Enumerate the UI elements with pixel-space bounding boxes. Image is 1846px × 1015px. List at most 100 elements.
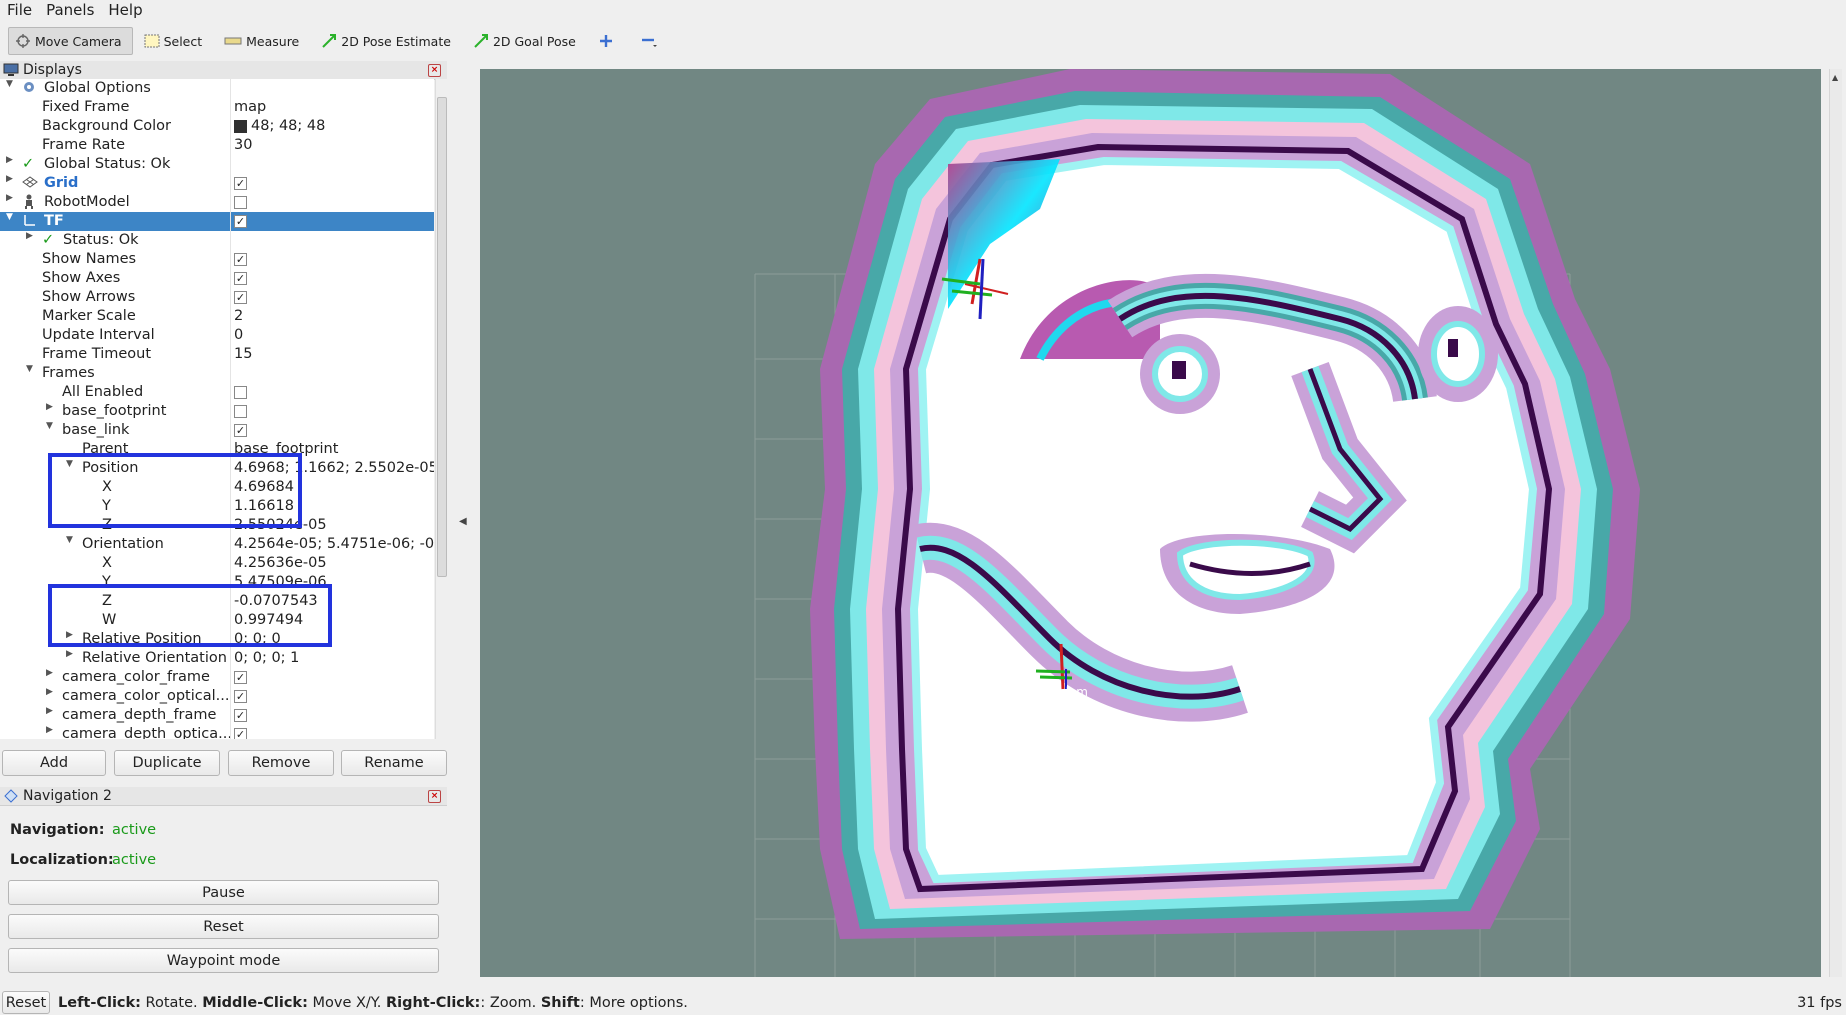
pause-button[interactable]: Pause (8, 880, 439, 905)
tree-row-update-interval[interactable]: Update Interval 0 (0, 326, 434, 345)
collapsed-arrow-icon[interactable]: ▶ (26, 231, 33, 241)
expanded-arrow-icon[interactable]: ▼ (26, 364, 33, 374)
all-enabled-checkbox[interactable] (234, 386, 247, 399)
add-button[interactable]: Add (2, 750, 106, 776)
waypoint-mode-button[interactable]: Waypoint mode (8, 948, 439, 973)
menu-bar: File Panels Help (0, 0, 1846, 20)
tree-row-frame-rate[interactable]: Frame Rate 30 (0, 136, 434, 155)
collapsed-arrow-icon[interactable]: ▶ (46, 402, 53, 412)
middle-click-label: Middle-Click: (202, 994, 308, 1011)
camera-color-optical-checkbox[interactable]: ✓ (234, 690, 247, 703)
goal-pose-tool[interactable]: 2D Goal Pose (466, 27, 587, 55)
show-arrows-checkbox[interactable]: ✓ (234, 291, 247, 304)
tree-row-grid[interactable]: ▶ Grid ✓ (0, 174, 434, 193)
tree-row-marker-scale[interactable]: Marker Scale 2 (0, 307, 434, 326)
frame-rate-value[interactable]: 30 (234, 137, 252, 153)
expanded-arrow-icon[interactable]: ▼ (66, 535, 73, 545)
tree-row-frames[interactable]: ▼ Frames (0, 364, 434, 383)
tree-row-tf[interactable]: ▼ TF ✓ (0, 212, 434, 231)
show-names-checkbox[interactable]: ✓ (234, 253, 247, 266)
expanded-arrow-icon[interactable]: ▼ (46, 421, 53, 431)
viewport-side-scrollbar[interactable]: ▲ (1829, 69, 1842, 977)
collapsed-arrow-icon[interactable]: ▶ (46, 687, 53, 697)
select-tool[interactable]: Select (137, 27, 214, 55)
collapsed-arrow-icon[interactable]: ▶ (6, 155, 13, 165)
grid-checkbox[interactable]: ✓ (234, 177, 247, 190)
tree-row-background-color[interactable]: Background Color 48; 48; 48 (0, 117, 434, 136)
collapsed-arrow-icon[interactable]: ▶ (46, 706, 53, 716)
scrollbar-thumb[interactable] (437, 97, 447, 577)
background-color-value-cell[interactable]: 48; 48; 48 (234, 118, 325, 134)
tree-row-show-axes[interactable]: Show Axes ✓ (0, 269, 434, 288)
camera-depth-optical-checkbox[interactable]: ✓ (234, 728, 247, 739)
tree-row-show-names[interactable]: Show Names ✓ (0, 250, 434, 269)
camera-depth-frame-checkbox[interactable]: ✓ (234, 709, 247, 722)
robot-model-checkbox[interactable] (234, 196, 247, 209)
close-icon[interactable]: × (428, 64, 441, 77)
tf-checkbox[interactable]: ✓ (234, 215, 247, 228)
nav-reset-button[interactable]: Reset (8, 914, 439, 939)
add-tool-button[interactable] (591, 27, 629, 55)
collapsed-arrow-icon[interactable]: ▶ (46, 725, 53, 735)
plus-icon (598, 33, 614, 49)
remove-tool-button[interactable] (633, 27, 673, 55)
remove-button[interactable]: Remove (228, 750, 334, 776)
render-viewport[interactable]: odom (480, 69, 1821, 977)
tree-row-global-options[interactable]: ▼ Global Options (0, 79, 434, 98)
fixed-frame-value[interactable]: map (234, 99, 266, 115)
menu-help[interactable]: Help (101, 1, 149, 19)
displays-panel-header: Displays × (0, 61, 447, 80)
tree-scrollbar[interactable] (435, 79, 447, 739)
rename-button[interactable]: Rename (341, 750, 447, 776)
menu-panels[interactable]: Panels (39, 1, 101, 19)
base-footprint-checkbox[interactable] (234, 405, 247, 418)
expanded-arrow-icon[interactable]: ▼ (6, 79, 13, 89)
show-axes-checkbox[interactable]: ✓ (234, 272, 247, 285)
gear-icon (22, 80, 36, 98)
duplicate-button[interactable]: Duplicate (114, 750, 220, 776)
expanded-arrow-icon[interactable]: ▼ (6, 212, 13, 222)
close-icon[interactable]: × (428, 790, 441, 803)
collapsed-arrow-icon[interactable]: ▶ (66, 649, 73, 659)
right-click-label: Right-Click: (385, 994, 481, 1011)
tree-row-camera-depth-frame[interactable]: ▶ camera_depth_frame ✓ (0, 706, 434, 725)
tree-row-frame-timeout[interactable]: Frame Timeout 15 (0, 345, 434, 364)
collapse-left-icon[interactable]: ◀ (459, 516, 467, 527)
update-interval-value[interactable]: 0 (234, 327, 243, 343)
move-camera-tool[interactable]: Move Camera (8, 27, 133, 55)
camera-color-frame-checkbox[interactable]: ✓ (234, 671, 247, 684)
orientation-x-value: 4.25636e-05 (234, 555, 327, 571)
tree-row-camera-color-optical[interactable]: ▶ camera_color_optical... ✓ (0, 687, 434, 706)
tree-row-camera-depth-optical[interactable]: ▶ camera_depth_optica... ✓ (0, 725, 434, 739)
orientation-value: 4.2564e-05; 5.4751e-06; -0.0... (234, 536, 434, 552)
menu-file[interactable]: File (0, 1, 39, 19)
tree-row-fixed-frame[interactable]: Fixed Frame map (0, 98, 434, 117)
tree-row-relative-orientation[interactable]: ▶ Relative Orientation 0; 0; 0; 1 (0, 649, 434, 668)
collapsed-arrow-icon[interactable]: ▶ (6, 193, 13, 203)
reset-view-button[interactable]: Reset (2, 991, 50, 1014)
camera-depth-frame-label: camera_depth_frame (62, 707, 217, 723)
tree-row-robot-model[interactable]: ▶ RobotModel (0, 193, 434, 212)
base-link-checkbox[interactable]: ✓ (234, 424, 247, 437)
tree-row-orientation-x[interactable]: X 4.25636e-05 (0, 554, 434, 573)
camera-color-optical-label: camera_color_optical... (62, 688, 230, 704)
measure-tool[interactable]: Measure (217, 27, 310, 55)
tree-row-camera-color-frame[interactable]: ▶ camera_color_frame ✓ (0, 668, 434, 687)
frame-timeout-label: Frame Timeout (42, 346, 152, 362)
tree-row-tf-status[interactable]: ▶ ✓ Status: Ok (0, 231, 434, 250)
tree-row-global-status[interactable]: ▶ ✓ Global Status: Ok (0, 155, 434, 174)
frame-timeout-value[interactable]: 15 (234, 346, 252, 362)
diamond-icon (3, 788, 19, 804)
pose-estimate-tool[interactable]: 2D Pose Estimate (314, 27, 462, 55)
status-hint: Left-Click: Rotate. Middle-Click: Move X… (58, 995, 688, 1011)
tree-row-orientation[interactable]: ▼ Orientation 4.2564e-05; 5.4751e-06; -0… (0, 535, 434, 554)
tree-row-show-arrows[interactable]: Show Arrows ✓ (0, 288, 434, 307)
collapsed-arrow-icon[interactable]: ▶ (6, 174, 13, 184)
tf-status-label: Status: Ok (63, 232, 139, 248)
marker-scale-value[interactable]: 2 (234, 308, 243, 324)
tree-row-base-link[interactable]: ▼ base_link ✓ (0, 421, 434, 440)
tree-row-all-enabled[interactable]: All Enabled (0, 383, 434, 402)
tree-row-base-footprint[interactable]: ▶ base_footprint (0, 402, 434, 421)
collapsed-arrow-icon[interactable]: ▶ (46, 668, 53, 678)
localization-status-label: Localization: (10, 852, 114, 868)
